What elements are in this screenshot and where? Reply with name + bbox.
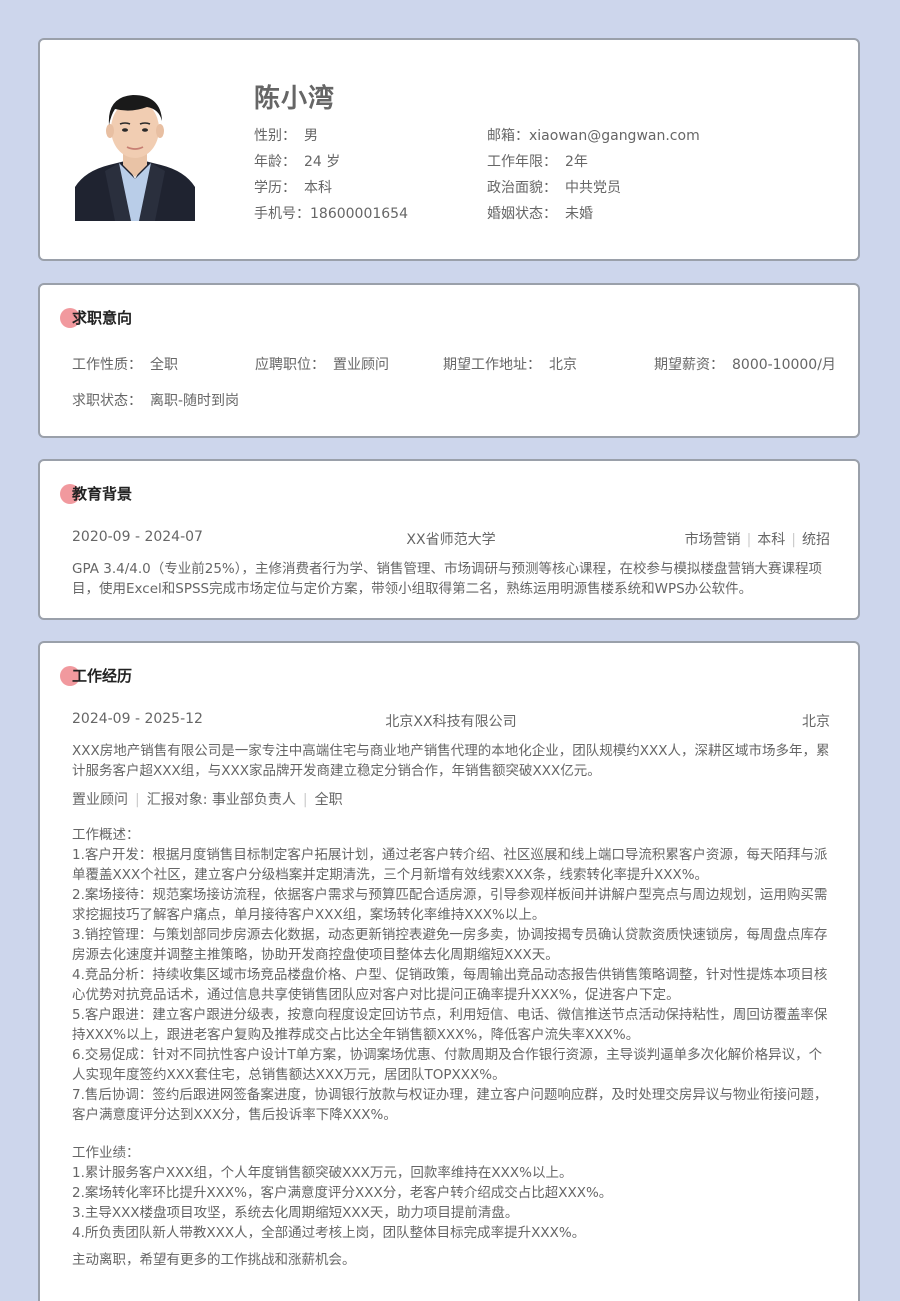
education-description: GPA 3.4/4.0（专业前25%），主修消费者行为学、销售管理、市场调研与预… [72, 561, 823, 597]
position-value: 置业顾问 [333, 357, 389, 373]
role: 置业顾问 [72, 792, 128, 808]
section-title-education: 教育背景 [60, 481, 132, 507]
overview-item: 6.交易促成：针对不同抗性客户设计T单方案，协调案场优惠、付款周期及合作银行资源… [72, 1047, 823, 1083]
location-field: 期望工作地址： 北京 [443, 354, 577, 374]
location-value: 北京 [549, 357, 577, 373]
achievement-item: 4.所负责团队新人带教XXX人，全部通过考核上岗，团队整体目标完成率提升XXX%… [72, 1225, 586, 1241]
phone-value: 18600001654 [310, 206, 408, 222]
divider: | [135, 792, 140, 808]
status-value: 离职-随时到岗 [150, 393, 240, 409]
company-description: XXX房地产销售有限公司是一家专注中高端住宅与商业地产销售代理的本地化企业，团队… [72, 743, 830, 779]
gender-label: 性别： [254, 128, 296, 144]
enroll-type: 统招 [802, 532, 830, 548]
age-value: 24 岁 [304, 154, 341, 170]
divider: | [302, 792, 308, 808]
overview-item: 7.售后协调：签约后跟进网签备案进度，协调银行放款与权证办理，建立客户问题响应群… [72, 1087, 828, 1123]
education-header-row: 2020-09 - 2024-07 XX省师范大学 市场营销 | 本科 | 统招 [72, 529, 830, 549]
marital-value: 未婚 [565, 206, 593, 222]
marital-label: 婚姻状态： [487, 206, 557, 222]
overview-item: 5.客户跟进：建立客户跟进分级表，按意向程度设定回访节点，利用短信、电话、微信推… [72, 1007, 828, 1043]
gender-row: 性别： 男 [254, 125, 318, 145]
position-field: 应聘职位： 置业顾问 [255, 354, 389, 374]
work-overview: 工作概述： 1.客户开发：根据月度销售目标制定客户拓展计划，通过老客户转介绍、社… [72, 825, 832, 1125]
email-row: 邮箱：xiaowan@gangwan.com [487, 125, 700, 145]
salary-label: 期望薪资： [654, 357, 724, 373]
profile-card: 陈小湾 性别： 男 年龄： 24 岁 学历： 本科 手机号：18600001654 邮… [38, 38, 860, 261]
years-label: 工作年限： [487, 154, 557, 170]
location-label: 期望工作地址： [443, 357, 541, 373]
section-title-work: 工作经历 [60, 663, 132, 689]
job-type: 全职 [314, 792, 343, 808]
avatar-photo [75, 87, 195, 221]
work-type-field: 工作性质： 全职 [72, 354, 178, 374]
status-field: 求职状态： 离职-随时到岗 [72, 390, 239, 410]
marital-row: 婚姻状态： 未婚 [487, 203, 593, 223]
work-type-value: 全职 [150, 357, 178, 373]
major: 市场营销 [684, 532, 741, 548]
achievement-item: 1.累计服务客户XXX组，个人年度销售额突破XXX万元，回款率维持在XXX%以上… [72, 1165, 573, 1181]
overview-item: 2.案场接待：规范案场接访流程，依据客户需求与预算匹配合适房源，引导参观样板间并… [72, 887, 828, 923]
achievements-title: 工作业绩： [72, 1145, 140, 1161]
education-value: 本科 [304, 180, 332, 196]
political-label: 政治面貌： [487, 180, 557, 196]
age-label: 年龄： [254, 154, 296, 170]
overview-title: 工作概述： [72, 827, 140, 843]
political-value: 中共党员 [565, 180, 621, 196]
email-value: xiaowan@gangwan.com [529, 128, 700, 144]
overview-item: 3.销控管理：与策划部同步房源去化数据，动态更新销控表避免一房多卖，协调按揭专员… [72, 927, 828, 963]
work-tags: 置业顾问 | 汇报对象: 事业部负责人 | 全职 [72, 789, 343, 809]
position-label: 应聘职位： [255, 357, 325, 373]
work-header-row: 2024-09 - 2025-12 北京XX科技有限公司 北京 [72, 711, 830, 731]
salary-value: 8000-10000/月 [732, 357, 836, 373]
company-name: 北京XX科技有限公司 [385, 714, 517, 730]
achievement-item: 3.主导XXX楼盘项目攻坚，系统去化周期缩短XXX天，助力项目提前清盘。 [72, 1205, 519, 1221]
overview-item: 1.客户开发：根据月度销售目标制定客户拓展计划，通过老客户转介绍、社区巡展和线上… [72, 847, 828, 883]
education-card: 教育背景 2020-09 - 2024-07 XX省师范大学 市场营销 | 本科 | 统… [38, 459, 860, 620]
political-row: 政治面貌： 中共党员 [487, 177, 621, 197]
years-value: 2年 [565, 154, 588, 170]
status-label: 求职状态： [72, 393, 142, 409]
work-type-label: 工作性质： [72, 357, 142, 373]
degree: 本科 [757, 532, 786, 548]
divider: | [746, 532, 752, 548]
work-achievements: 工作业绩： 1.累计服务客户XXX组，个人年度销售额突破XXX万元，回款率维持在… [72, 1143, 832, 1243]
avatar [75, 87, 195, 221]
job-intent-card: 求职意向 工作性质： 全职 应聘职位： 置业顾问 期望工作地址： 北京 期望薪资： 80… [38, 283, 860, 438]
education-label: 学历： [254, 180, 296, 196]
work-experience-card: 工作经历 2024-09 - 2025-12 北京XX科技有限公司 北京 XXX… [38, 641, 860, 1301]
salary-field: 期望薪资： 8000-10000/月 [654, 354, 836, 374]
overview-item: 4.竞品分析：持续收集区域市场竞品楼盘价格、户型、促销政策，每周输出竞品动态报告… [72, 967, 828, 1003]
phone-label: 手机号： [254, 206, 310, 222]
years-row: 工作年限： 2年 [487, 151, 588, 171]
education-row: 学历： 本科 [254, 177, 332, 197]
age-row: 年龄： 24 岁 [254, 151, 340, 171]
leave-reason: 主动离职，希望有更多的工作挑战和涨薪机会。 [72, 1252, 356, 1268]
phone-row: 手机号：18600001654 [254, 203, 408, 223]
achievement-item: 2.案场转化率环比提升XXX%，客户满意度评分XXX分，老客户转介绍成交占比超X… [72, 1185, 613, 1201]
work-city: 北京 [802, 714, 830, 730]
education-tags: 市场营销 | 本科 | 统招 [685, 529, 830, 549]
section-title-intent: 求职意向 [60, 305, 132, 331]
candidate-name: 陈小湾 [254, 84, 336, 114]
report-to: 汇报对象: 事业部负责人 [146, 792, 296, 808]
email-label: 邮箱： [487, 128, 529, 144]
gender-value: 男 [304, 128, 318, 144]
divider: | [791, 532, 796, 548]
